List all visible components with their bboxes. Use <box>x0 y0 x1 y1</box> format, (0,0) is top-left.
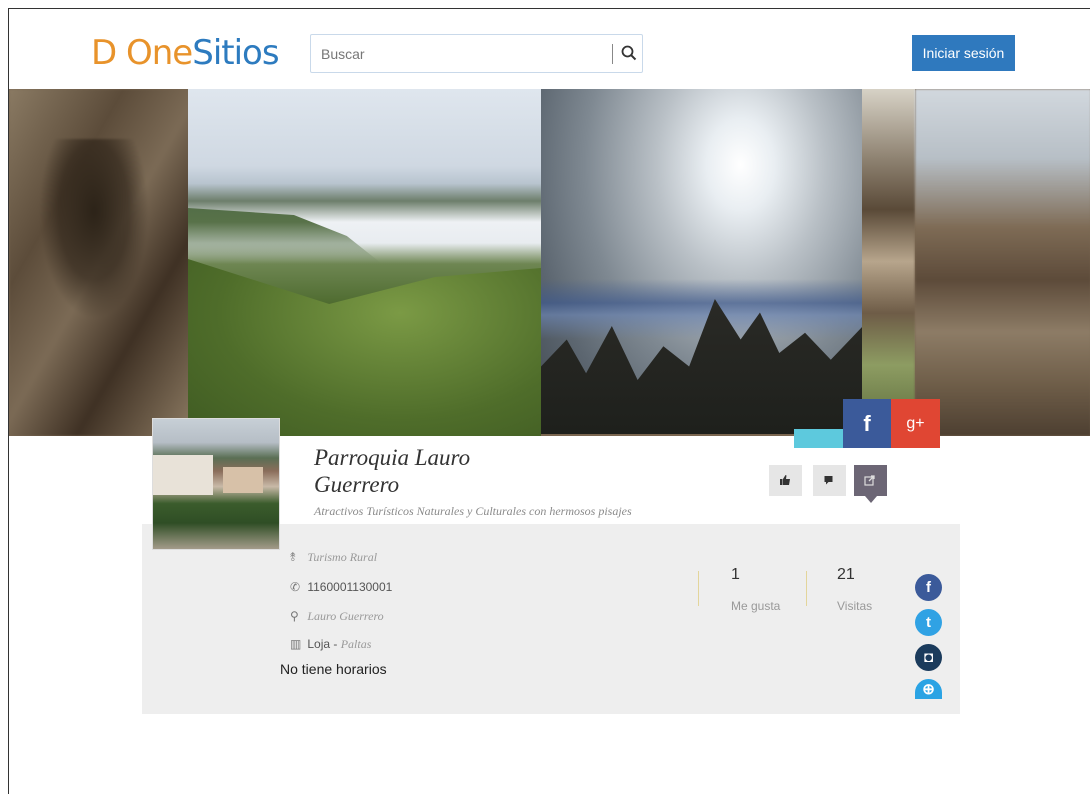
page-subtitle: Atractivos Turísticos Naturales y Cultur… <box>314 504 632 518</box>
page-frame: D OneSitios Iniciar sesión f g+ ⥉ Turism… <box>8 8 1090 794</box>
facebook-icon[interactable]: f <box>915 574 942 601</box>
comment-icon <box>824 476 833 485</box>
stat-divider-left <box>698 571 699 606</box>
like-button[interactable] <box>769 465 802 496</box>
city-row: ▥ Loja - Paltas <box>290 637 371 652</box>
map-marker-icon: ⚲ <box>290 609 299 623</box>
location-text[interactable]: Lauro Guerrero <box>307 609 383 623</box>
stat-divider-right <box>806 571 807 606</box>
likes-label: Me gusta <box>731 599 781 613</box>
share-icon <box>864 475 875 486</box>
signpost-icon: ⥉ <box>290 550 296 564</box>
map-icon: ▥ <box>290 637 302 651</box>
search-input[interactable] <box>311 35 609 72</box>
cover-photo-rock[interactable] <box>9 89 191 436</box>
cover-gallery <box>9 89 1090 436</box>
logo-d: D <box>91 33 117 73</box>
phone-row: ✆ 1160001130001 <box>290 580 392 594</box>
search-divider <box>612 44 613 64</box>
category-text: Turismo Rural <box>307 550 378 564</box>
logo-sitios: Sitios <box>192 33 279 73</box>
page-title: Parroquia Lauro Guerrero <box>314 445 471 497</box>
profile-thumbnail[interactable] <box>152 418 280 550</box>
info-panel: ⥉ Turismo Rural ✆ 1160001130001 ⚲ Lauro … <box>142 524 960 714</box>
search-box <box>310 34 643 73</box>
city-separator: - <box>330 637 341 651</box>
share-gplus-button[interactable]: g+ <box>891 399 940 448</box>
login-button[interactable]: Iniciar sesión <box>912 35 1015 71</box>
visits-label: Visitas <box>837 599 873 613</box>
search-icon[interactable] <box>620 44 638 62</box>
instagram-icon[interactable]: ◘ <box>915 644 942 671</box>
likes-count: 1 <box>731 566 740 583</box>
category-row: ⥉ Turismo Rural <box>290 550 377 565</box>
city-text: Loja <box>307 637 331 651</box>
cover-photo-fence[interactable] <box>862 89 915 434</box>
site-logo[interactable]: D OneSitios <box>91 33 280 73</box>
comment-button[interactable] <box>813 465 846 496</box>
twitter-icon[interactable]: t <box>915 609 942 636</box>
share-twitter-button[interactable] <box>794 429 843 448</box>
cover-photo-clouds[interactable] <box>541 89 863 434</box>
website-globe-icon[interactable]: ⊕ <box>915 679 942 699</box>
cover-photo-mountains[interactable] <box>188 89 541 436</box>
share-facebook-button[interactable]: f <box>843 399 891 448</box>
thumbs-up-icon <box>780 475 790 485</box>
logo-one: One <box>116 33 193 73</box>
visits-count: 21 <box>837 566 855 583</box>
cover-photo-roof[interactable] <box>915 89 1090 436</box>
share-button[interactable] <box>854 465 887 503</box>
phone-text: 1160001130001 <box>307 580 393 594</box>
phone-icon: ✆ <box>290 580 301 594</box>
opening-hours: No tiene horarios <box>280 661 387 677</box>
canton-text: Paltas <box>340 637 372 651</box>
location-row: ⚲ Lauro Guerrero <box>290 609 384 624</box>
